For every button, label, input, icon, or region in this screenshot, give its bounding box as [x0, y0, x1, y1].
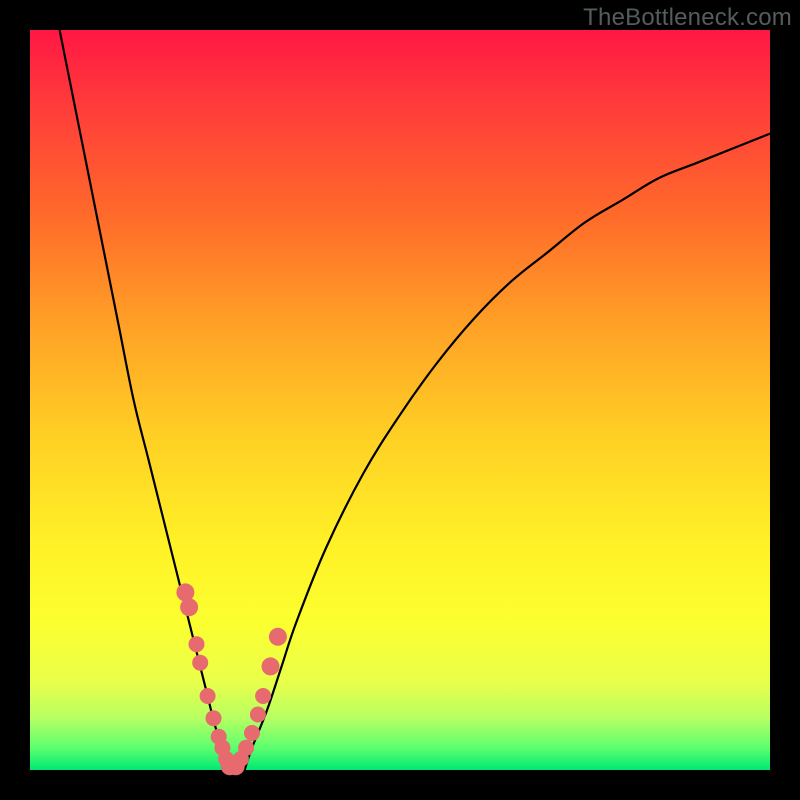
marker-dot — [255, 688, 271, 704]
marker-dot — [189, 636, 205, 652]
marker-dot — [250, 707, 266, 723]
watermark-text: TheBottleneck.com — [583, 4, 792, 32]
marker-dot — [180, 598, 198, 616]
marker-dot — [238, 740, 254, 756]
curve-right-arm — [245, 134, 770, 770]
marker-dot — [206, 710, 222, 726]
marker-dot — [262, 657, 280, 675]
marker-dot — [244, 725, 260, 741]
plot-area — [30, 30, 770, 770]
marker-group — [176, 583, 287, 775]
marker-dot — [200, 688, 216, 704]
chart-svg — [30, 30, 770, 770]
marker-dot — [269, 628, 287, 646]
marker-dot — [192, 655, 208, 671]
stage: TheBottleneck.com — [0, 0, 800, 800]
